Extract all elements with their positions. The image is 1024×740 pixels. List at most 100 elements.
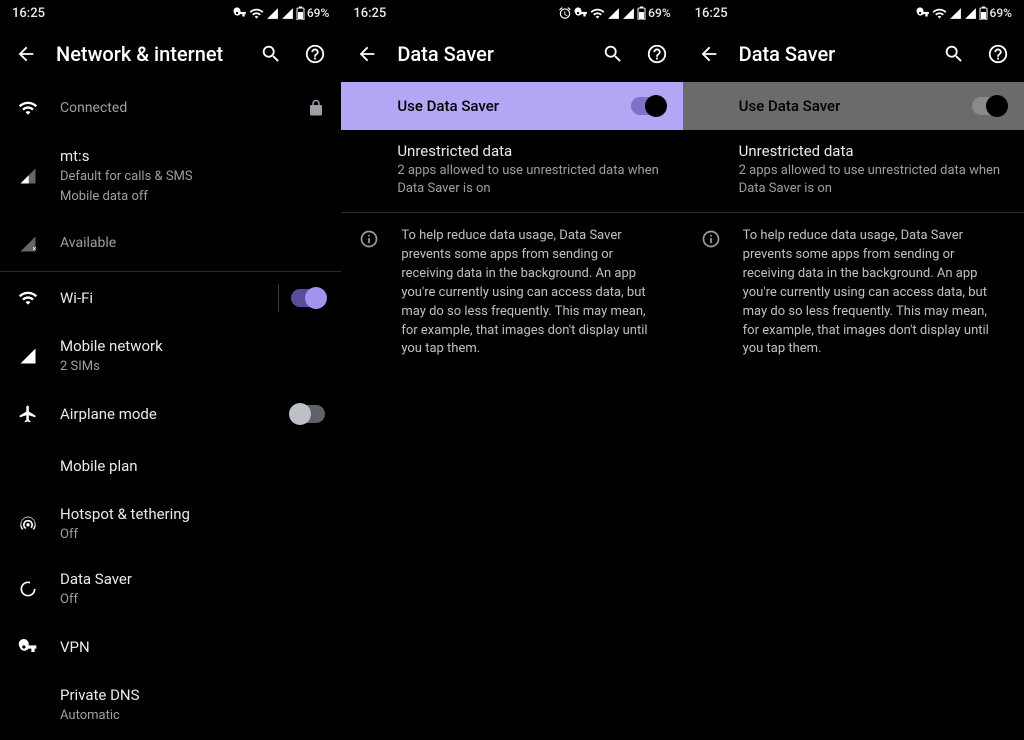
wifi-icon [16,286,40,310]
item-dns[interactable]: Private DNS Automatic [0,673,341,737]
battery-pct: 69% [307,6,329,20]
status-icons: 69% [916,6,1012,21]
info-icon [699,227,723,251]
battery-icon [979,6,988,20]
svg-text:×: × [33,243,37,252]
datasaver-label: Data Saver [60,569,325,589]
search-icon [943,43,965,65]
use-datasaver-label: Use Data Saver [739,97,972,115]
use-datasaver-toggle[interactable] [631,97,665,115]
use-datasaver-toggle[interactable] [972,97,1006,115]
item-airplane[interactable]: Airplane mode [0,388,341,440]
item-unrestricted[interactable]: Unrestricted data 2 apps allowed to use … [683,130,1024,212]
back-arrow-icon [15,43,37,65]
use-datasaver-row[interactable]: Use Data Saver [683,82,1024,130]
page-title: Data Saver [397,42,582,66]
item-wifi[interactable]: Wi-Fi [0,272,341,324]
info-text: To help reduce data usage, Data Saver pr… [401,227,664,359]
status-icons: 69% [558,6,670,21]
info-icon [357,227,381,251]
battery-pct: 69% [648,6,670,20]
help-button[interactable] [301,40,329,68]
spacer-icon [16,693,40,717]
signal1-icon [949,7,962,20]
use-datasaver-label: Use Data Saver [397,97,630,115]
lock-icon [307,99,325,117]
search-icon [260,43,282,65]
status-bar: 16:25 69% [0,0,341,26]
item-connected[interactable]: Connected [0,82,341,134]
unrestricted-title: Unrestricted data [739,142,1006,160]
pane-datasaver-grey: 16:25 69% Data Saver Use Data Saver Unre… [683,0,1024,740]
status-time: 16:25 [353,6,386,21]
back-button[interactable] [353,40,381,68]
datasaver-sub: Off [60,591,325,609]
item-hotspot[interactable]: Hotspot & tethering Off [0,492,341,556]
carrier-sub1: Default for calls & SMS [60,168,325,186]
signal-x-icon: × [16,232,40,256]
item-available[interactable]: × Available [0,219,341,271]
search-button[interactable] [257,40,285,68]
wifi-label: Wi-Fi [60,288,258,308]
wifi-connected-icon [16,96,40,120]
signal-icon [16,344,40,368]
battery-icon [296,6,305,20]
dns-sub: Automatic [60,707,325,725]
status-icons: 69% [233,6,329,21]
mobile-sub: 2 SIMs [60,358,325,376]
item-mobileplan[interactable]: Mobile plan [0,440,341,492]
unrestricted-sub: 2 apps allowed to use unrestricted data … [397,162,664,198]
header: Data Saver [683,26,1024,82]
info-block: To help reduce data usage, Data Saver pr… [683,213,1024,373]
item-carrier[interactable]: mt:s Default for calls & SMS Mobile data… [0,134,341,219]
mobileplan-label: Mobile plan [60,456,325,476]
search-button[interactable] [599,40,627,68]
help-button[interactable] [984,40,1012,68]
connected-label: Connected [60,99,287,118]
help-icon [987,43,1009,65]
signal1-icon [607,7,620,20]
wifi-icon [249,6,264,21]
item-unrestricted[interactable]: Unrestricted data 2 apps allowed to use … [341,130,682,212]
item-vpn[interactable]: VPN [0,621,341,673]
signal2-icon [622,7,635,20]
airplane-icon [16,402,40,426]
pane-network: 16:25 69% Network & internet Connected m… [0,0,341,740]
search-icon [602,43,624,65]
carrier-sub2: Mobile data off [60,188,325,206]
status-bar: 16:25 69% [683,0,1024,26]
battery-icon [637,6,646,20]
vpn-key-icon [574,6,588,20]
back-button[interactable] [695,40,723,68]
wifi-toggle[interactable] [291,289,325,307]
datasaver-icon [16,577,40,601]
wifi-icon [932,6,947,21]
status-time: 16:25 [695,6,728,21]
airplane-label: Airplane mode [60,404,271,424]
airplane-toggle[interactable] [291,405,325,423]
help-button[interactable] [643,40,671,68]
signal1-icon [266,7,279,20]
signal2-icon [964,7,977,20]
status-time: 16:25 [12,6,45,21]
item-datasaver[interactable]: Data Saver Off [0,557,341,621]
available-label: Available [60,234,325,253]
unrestricted-title: Unrestricted data [397,142,664,160]
battery-pct: 69% [990,6,1012,20]
vpn-key-icon [916,6,930,20]
vpn-key-icon [233,6,247,20]
info-block: To help reduce data usage, Data Saver pr… [341,213,682,373]
vpn-icon [16,635,40,659]
back-arrow-icon [356,43,378,65]
alarm-icon [558,6,572,20]
hotspot-icon [16,512,40,536]
spacer-icon [16,454,40,478]
item-mobile[interactable]: Mobile network 2 SIMs [0,324,341,388]
hotspot-label: Hotspot & tethering [60,504,325,524]
use-datasaver-row[interactable]: Use Data Saver [341,82,682,130]
carrier-name: mt:s [60,146,325,166]
help-icon [646,43,668,65]
search-button[interactable] [940,40,968,68]
back-button[interactable] [12,40,40,68]
signal2-icon [281,7,294,20]
